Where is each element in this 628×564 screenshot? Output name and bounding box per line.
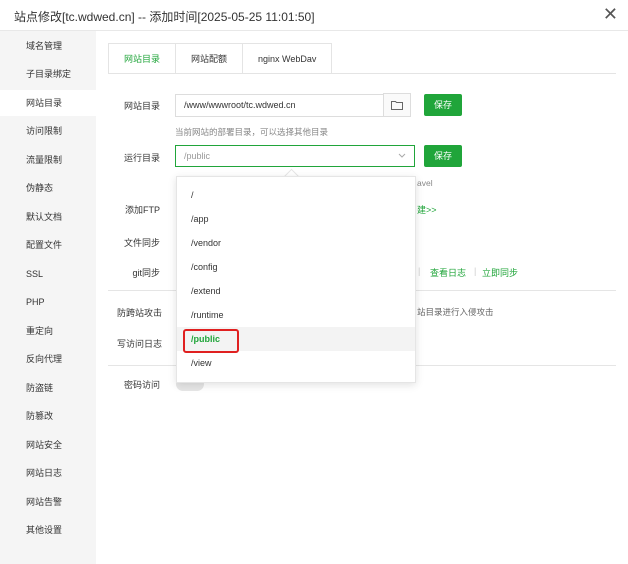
site-dir-input[interactable]: /www/wwwroot/tc.wdwed.cn (175, 94, 384, 117)
run-dir-select[interactable]: /public (175, 145, 415, 167)
anti-cross-label: 防跨站攻击 (116, 308, 162, 318)
sidebar-item-site-dir[interactable]: 网站目录 (0, 90, 96, 116)
folder-icon (391, 101, 403, 110)
separator: | (474, 266, 477, 276)
chevron-down-icon (398, 146, 406, 166)
ftp-label: 添加FTP (125, 205, 160, 215)
tab-quota[interactable]: 网站配额 (176, 44, 244, 74)
sidebar-item-alerts[interactable]: 网站告警 (0, 489, 96, 515)
sidebar-item-access-limit[interactable]: 访问限制 (0, 118, 96, 144)
tab-site-dir[interactable]: 网站目录 (109, 44, 177, 74)
tabs-divider (108, 73, 616, 74)
dropdown-option[interactable]: / (177, 183, 415, 207)
git-sync-label: git同步 (132, 268, 160, 278)
tab-webdav[interactable]: nginx WebDav (243, 44, 331, 74)
window-title: 站点修改[tc.wdwed.cn] -- 添加时间[2025-05-25 11:… (14, 10, 315, 24)
write-log-label: 写访问日志 (116, 339, 162, 349)
sidebar-item-php[interactable]: PHP (0, 289, 96, 315)
sidebar-item-hotlink[interactable]: 防盗链 (0, 375, 96, 401)
close-icon[interactable]: ✕ (603, 4, 618, 24)
dropdown-option[interactable]: /runtime (177, 303, 415, 327)
sidebar-item-other[interactable]: 其他设置 (0, 517, 96, 543)
sidebar-item-redirect[interactable]: 重定向 (0, 318, 96, 344)
save-site-dir-button[interactable]: 保存 (424, 94, 462, 116)
dropdown-option[interactable]: /view (177, 351, 415, 375)
file-sync-label: 文件同步 (123, 238, 160, 248)
site-dir-label: 网站目录 (123, 101, 160, 111)
sidebar-item-logs[interactable]: 网站日志 (0, 460, 96, 486)
folder-button[interactable] (383, 93, 411, 117)
sync-now-link[interactable]: 立即同步 (482, 266, 518, 279)
save-run-dir-button[interactable]: 保存 (424, 145, 462, 167)
sidebar-item-tamper[interactable]: 防篡改 (0, 403, 96, 429)
dropdown-option[interactable]: /app (177, 207, 415, 231)
dropdown-option[interactable]: /vendor (177, 231, 415, 255)
site-dir-hint: 当前网站的部署目录，可以选择其他目录 (175, 127, 329, 137)
tab-bar: 网站目录 网站配额 nginx WebDav (108, 43, 333, 74)
view-log-link[interactable]: 查看日志 (430, 266, 466, 279)
sidebar-item-ssl[interactable]: SSL (0, 261, 96, 287)
sidebar-item-default-doc[interactable]: 默认文档 (0, 204, 96, 230)
run-dir-value: /public (184, 151, 211, 161)
sidebar-item-rewrite[interactable]: 伪静态 (0, 175, 96, 201)
sidebar-item-config[interactable]: 配置文件 (0, 232, 96, 258)
sidebar-item-subdir[interactable]: 子目录绑定 (0, 61, 96, 87)
run-dir-label: 运行目录 (123, 153, 160, 163)
sidebar-item-traffic-limit[interactable]: 流量限制 (0, 147, 96, 173)
password-access-label: 密码访问 (123, 380, 160, 390)
title-bar: 站点修改[tc.wdwed.cn] -- 添加时间[2025-05-25 11:… (0, 0, 628, 31)
highlight-box (183, 329, 239, 353)
ftp-create-link[interactable]: 建>> (417, 203, 437, 216)
sidebar-item-security[interactable]: 网站安全 (0, 432, 96, 458)
sidebar-item-reverse-proxy[interactable]: 反向代理 (0, 346, 96, 372)
run-dir-hint: avel (417, 178, 433, 188)
dropdown-option[interactable]: /extend (177, 279, 415, 303)
sidebar-item-domain[interactable]: 域名管理 (0, 33, 96, 59)
sidebar: 域名管理 子目录绑定 网站目录 访问限制 流量限制 伪静态 默认文档 配置文件 … (0, 31, 96, 564)
dropdown-option[interactable]: /config (177, 255, 415, 279)
separator: | (418, 266, 421, 276)
anti-cross-hint: 站目录进行入侵攻击 (417, 307, 494, 317)
